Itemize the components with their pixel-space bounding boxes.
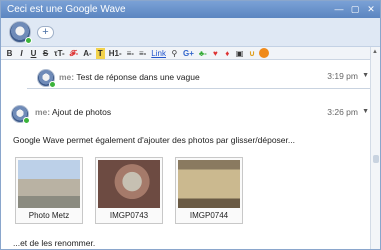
minimize-icon[interactable]: — [334,1,344,18]
wave-panel: Ceci est une Google Wave — ▢ ✕ + B I U S… [0,0,381,250]
photo-image[interactable] [98,160,160,208]
italic-button[interactable]: I [17,48,26,59]
reply-menu-chevron-icon[interactable]: ▼ [362,72,369,79]
scrollbar[interactable]: ▲ [370,47,380,249]
reply-avatar [37,69,56,88]
reply-meta: me: Test de réponse dans une vague [59,72,200,82]
reply-text: Test de réponse dans une vague [76,72,200,82]
photo-thumbnail[interactable]: Photo Metz [15,157,83,224]
photo-caption[interactable]: Photo Metz [16,211,82,220]
close-icon[interactable]: ✕ [366,1,376,18]
reply-blip[interactable]: me: Test de réponse dans une vague 3:19 … [27,67,372,89]
underline-button[interactable]: U [29,48,38,59]
strikethrough-button[interactable]: S [41,48,50,59]
reply-time: 3:19 pm [327,71,358,81]
photo-image[interactable] [178,160,240,208]
blip-footer-text: ...et de les renommer. [13,238,96,248]
blip-avatar [11,105,30,124]
photos-blip[interactable]: me: Ajout de photos 3:26 pm ▼ Google Wav… [1,102,372,249]
participants-bar: + [1,18,380,47]
wave-titlebar: Ceci est une Google Wave — ▢ ✕ [1,1,380,18]
font-button[interactable]: 𝓕- [69,48,80,59]
scrollbar-thumb[interactable] [373,155,379,163]
numbered-list-button[interactable]: ≡- [138,48,147,59]
highlight-button[interactable]: T [95,47,105,59]
text-color-button[interactable]: A- [82,48,92,59]
heading-button[interactable]: H1- [108,48,123,59]
map-gadget-icon[interactable]: ♦ [223,48,232,59]
maximize-icon[interactable]: ▢ [350,1,360,18]
image-gadget-icon[interactable]: ▣ [235,48,245,59]
blip-author: me: [35,107,51,117]
link-button[interactable]: Link [150,48,167,59]
bold-button[interactable]: B [5,48,14,59]
window-controls: — ▢ ✕ [334,1,376,18]
heart-gadget-icon[interactable]: ♥ [211,48,220,59]
blip-title: Ajout de photos [52,107,112,117]
photo-caption[interactable]: IMGP0743 [96,211,162,220]
orange-gadget-icon[interactable] [259,48,270,58]
blip-menu-chevron-icon[interactable]: ▼ [362,108,369,115]
bullet-list-button[interactable]: ≡- [126,48,135,59]
add-participant-button[interactable]: + [37,25,54,39]
photo-caption[interactable]: IMGP0744 [176,211,242,220]
formatting-toolbar: B I U S τT- 𝓕- A- T H1- ≡- ≡- Link ⚲ G+ … [1,47,380,60]
online-status-icon [49,81,56,88]
photo-thumbnail[interactable]: IMGP0744 [175,157,243,224]
yellow-gadget-icon[interactable]: ∪ [247,48,256,59]
puzzle-gadget-icon[interactable]: ♣- [198,48,208,59]
text-size-button[interactable]: τT- [53,48,66,59]
reply-author: me: [59,72,75,82]
avatar[interactable] [9,21,32,44]
google-plus-gadget-button[interactable]: G+ [182,48,195,59]
photo-gallery: Photo Metz IMGP0743 IMGP0744 [15,157,243,224]
attachment-icon[interactable]: ⚲ [170,48,179,59]
photo-thumbnail[interactable]: IMGP0743 [95,157,163,224]
online-status-icon [23,117,30,124]
blip-body-text: Google Wave permet également d'ajouter d… [13,135,295,145]
scroll-up-icon[interactable]: ▲ [372,49,378,55]
wave-title: Ceci est une Google Wave [7,4,126,15]
online-status-icon [25,37,32,44]
blip-time: 3:26 pm [327,107,358,117]
photo-image[interactable] [18,160,80,208]
blip-meta: me: Ajout de photos [35,107,111,117]
